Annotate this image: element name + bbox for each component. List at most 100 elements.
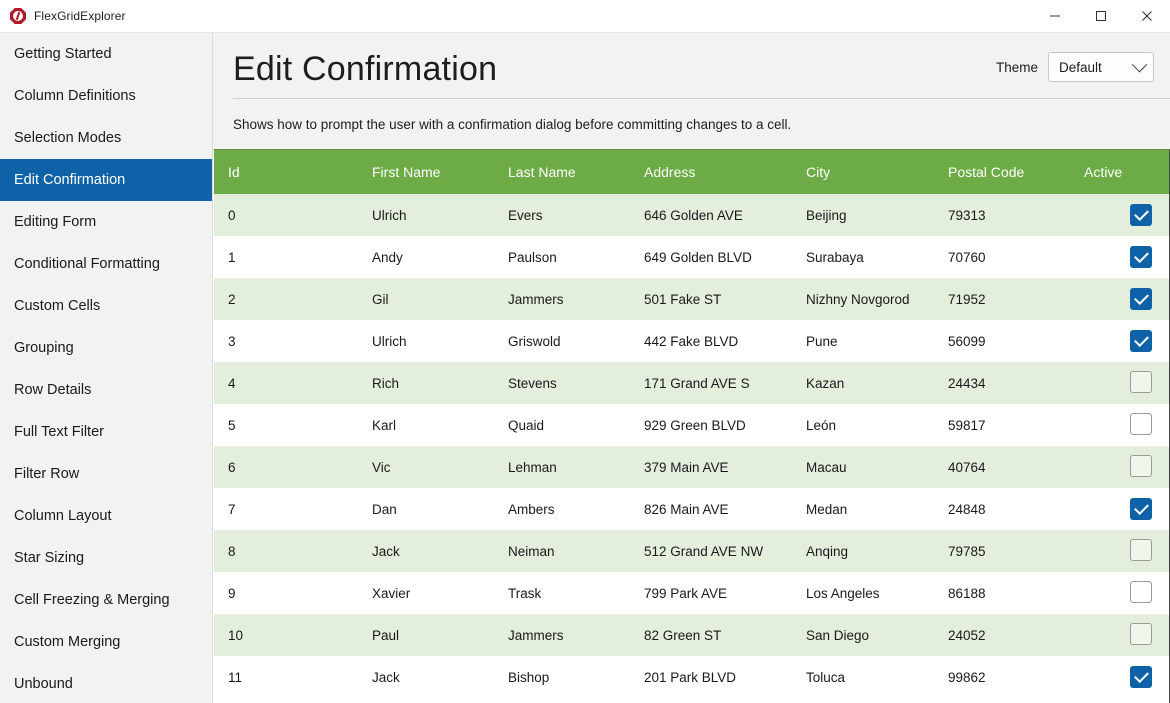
cell-active[interactable] [1070,362,1169,405]
table-row[interactable]: 6 Vic Lehman 379 Main AVE Macau 40764 [214,446,1169,489]
sidebar-item-conditional-formatting[interactable]: Conditional Formatting [0,243,212,285]
checkbox-unchecked[interactable] [1130,538,1152,561]
close-icon[interactable] [1124,0,1170,32]
sidebar-item-full-text-filter[interactable]: Full Text Filter [0,411,212,453]
cell-active[interactable] [1070,614,1169,657]
cell-city[interactable]: Toluca [792,656,934,699]
cell-city[interactable]: Los Angeles [792,572,934,615]
cell-last[interactable]: Trask [494,572,630,615]
cell-city[interactable]: Macau [792,446,934,489]
cell-first[interactable]: Vic [358,446,494,489]
cell-active[interactable] [1070,320,1169,363]
cell-address[interactable]: 379 Main AVE [630,446,792,489]
theme-select[interactable]: Default [1048,52,1154,83]
cell-first[interactable]: Andy [358,236,494,279]
checkbox-unchecked[interactable] [1130,412,1152,435]
sidebar-item-edit-confirmation[interactable]: Edit Confirmation [0,159,212,201]
cell-address[interactable]: 512 Grand AVE NW [630,530,792,573]
sidebar-item-getting-started[interactable]: Getting Started [0,33,212,75]
cell-id[interactable]: 4 [214,362,358,405]
cell-id[interactable]: 1 [214,236,358,279]
data-grid-container[interactable]: Id First Name Last Name Address City Postal C… [213,149,1170,703]
cell-first[interactable]: Ulrich [358,320,494,363]
cell-last[interactable]: Stevens [494,362,630,405]
cell-last[interactable]: Jammers [494,614,630,657]
cell-city[interactable]: San Diego [792,614,934,657]
cell-first[interactable]: Dan [358,488,494,531]
cell-postal[interactable]: 99862 [934,656,1070,699]
table-row[interactable]: 5 Karl Quaid 929 Green BLVD León 59817 [214,404,1169,447]
table-row[interactable]: 8 Jack Neiman 512 Grand AVE NW Anqing 79785 [214,530,1169,573]
cell-active[interactable] [1070,530,1169,573]
checkbox-unchecked[interactable] [1130,580,1152,603]
sidebar-item-unbound[interactable]: Unbound [0,663,212,703]
table-row[interactable]: 2 Gil Jammers 501 Fake ST Nizhny Novgorod 719… [214,278,1169,321]
cell-postal[interactable]: 59817 [934,404,1070,447]
sidebar-item-column-definitions[interactable]: Column Definitions [0,75,212,117]
cell-last[interactable]: Ambers [494,488,630,531]
cell-postal[interactable]: 79313 [934,194,1070,237]
cell-address[interactable]: 171 Grand AVE S [630,362,792,405]
checkbox-checked[interactable] [1130,288,1152,311]
cell-id[interactable]: 11 [214,656,358,699]
cell-active[interactable] [1070,446,1169,489]
cell-address[interactable]: 826 Main AVE [630,488,792,531]
checkbox-unchecked[interactable] [1130,370,1152,393]
cell-address[interactable]: 646 Golden AVE [630,194,792,237]
table-row[interactable]: 10 Paul Jammers 82 Green ST San Diego 24052 [214,614,1169,657]
checkbox-unchecked[interactable] [1130,622,1152,645]
sidebar-item-selection-modes[interactable]: Selection Modes [0,117,212,159]
cell-id[interactable]: 8 [214,530,358,573]
cell-postal[interactable]: 24848 [934,488,1070,531]
maximize-icon[interactable] [1078,0,1124,32]
cell-postal[interactable]: 70760 [934,236,1070,279]
cell-address[interactable]: 201 Park BLVD [630,656,792,699]
cell-city[interactable]: Pune [792,320,934,363]
checkbox-checked[interactable] [1130,330,1152,353]
table-row[interactable]: 3 Ulrich Griswold 442 Fake BLVD Pune 56099 [214,320,1169,363]
table-row[interactable]: 11 Jack Bishop 201 Park BLVD Toluca 99862 [214,656,1169,699]
sidebar-item-custom-merging[interactable]: Custom Merging [0,621,212,663]
cell-city[interactable]: Medan [792,488,934,531]
grid-column-header-address[interactable]: Address [630,150,792,195]
grid-column-header-first[interactable]: First Name [358,150,494,195]
cell-id[interactable]: 7 [214,488,358,531]
cell-city[interactable]: León [792,404,934,447]
cell-active[interactable] [1070,404,1169,447]
cell-id[interactable]: 5 [214,404,358,447]
minimize-icon[interactable] [1032,0,1078,32]
checkbox-checked[interactable] [1130,666,1152,689]
cell-postal[interactable]: 71952 [934,278,1070,321]
cell-active[interactable] [1070,194,1169,237]
checkbox-checked[interactable] [1130,204,1152,227]
cell-id[interactable]: 0 [214,194,358,237]
sidebar-item-column-layout[interactable]: Column Layout [0,495,212,537]
cell-active[interactable] [1070,236,1169,279]
checkbox-unchecked[interactable] [1130,454,1152,477]
cell-id[interactable]: 9 [214,572,358,615]
cell-city[interactable]: Beijing [792,194,934,237]
cell-city[interactable]: Nizhny Novgorod [792,278,934,321]
checkbox-checked[interactable] [1130,246,1152,269]
cell-first[interactable]: Gil [358,278,494,321]
grid-column-header-id[interactable]: Id [214,150,358,195]
table-row[interactable]: 1 Andy Paulson 649 Golden BLVD Surabaya 70760 [214,236,1169,279]
cell-id[interactable]: 10 [214,614,358,657]
cell-postal[interactable]: 40764 [934,446,1070,489]
grid-column-header-active[interactable]: Active [1070,150,1169,195]
cell-last[interactable]: Jammers [494,278,630,321]
sidebar-item-grouping[interactable]: Grouping [0,327,212,369]
sidebar-item-cell-freezing-merging[interactable]: Cell Freezing & Merging [0,579,212,621]
sidebar-item-editing-form[interactable]: Editing Form [0,201,212,243]
table-row[interactable]: 9 Xavier Trask 799 Park AVE Los Angeles 86188 [214,572,1169,615]
cell-active[interactable] [1070,488,1169,531]
cell-postal[interactable]: 56099 [934,320,1070,363]
cell-id[interactable]: 3 [214,320,358,363]
cell-first[interactable]: Karl [358,404,494,447]
cell-address[interactable]: 799 Park AVE [630,572,792,615]
cell-address[interactable]: 442 Fake BLVD [630,320,792,363]
cell-id[interactable]: 6 [214,446,358,489]
cell-active[interactable] [1070,656,1169,699]
cell-last[interactable]: Evers [494,194,630,237]
sidebar-item-filter-row[interactable]: Filter Row [0,453,212,495]
